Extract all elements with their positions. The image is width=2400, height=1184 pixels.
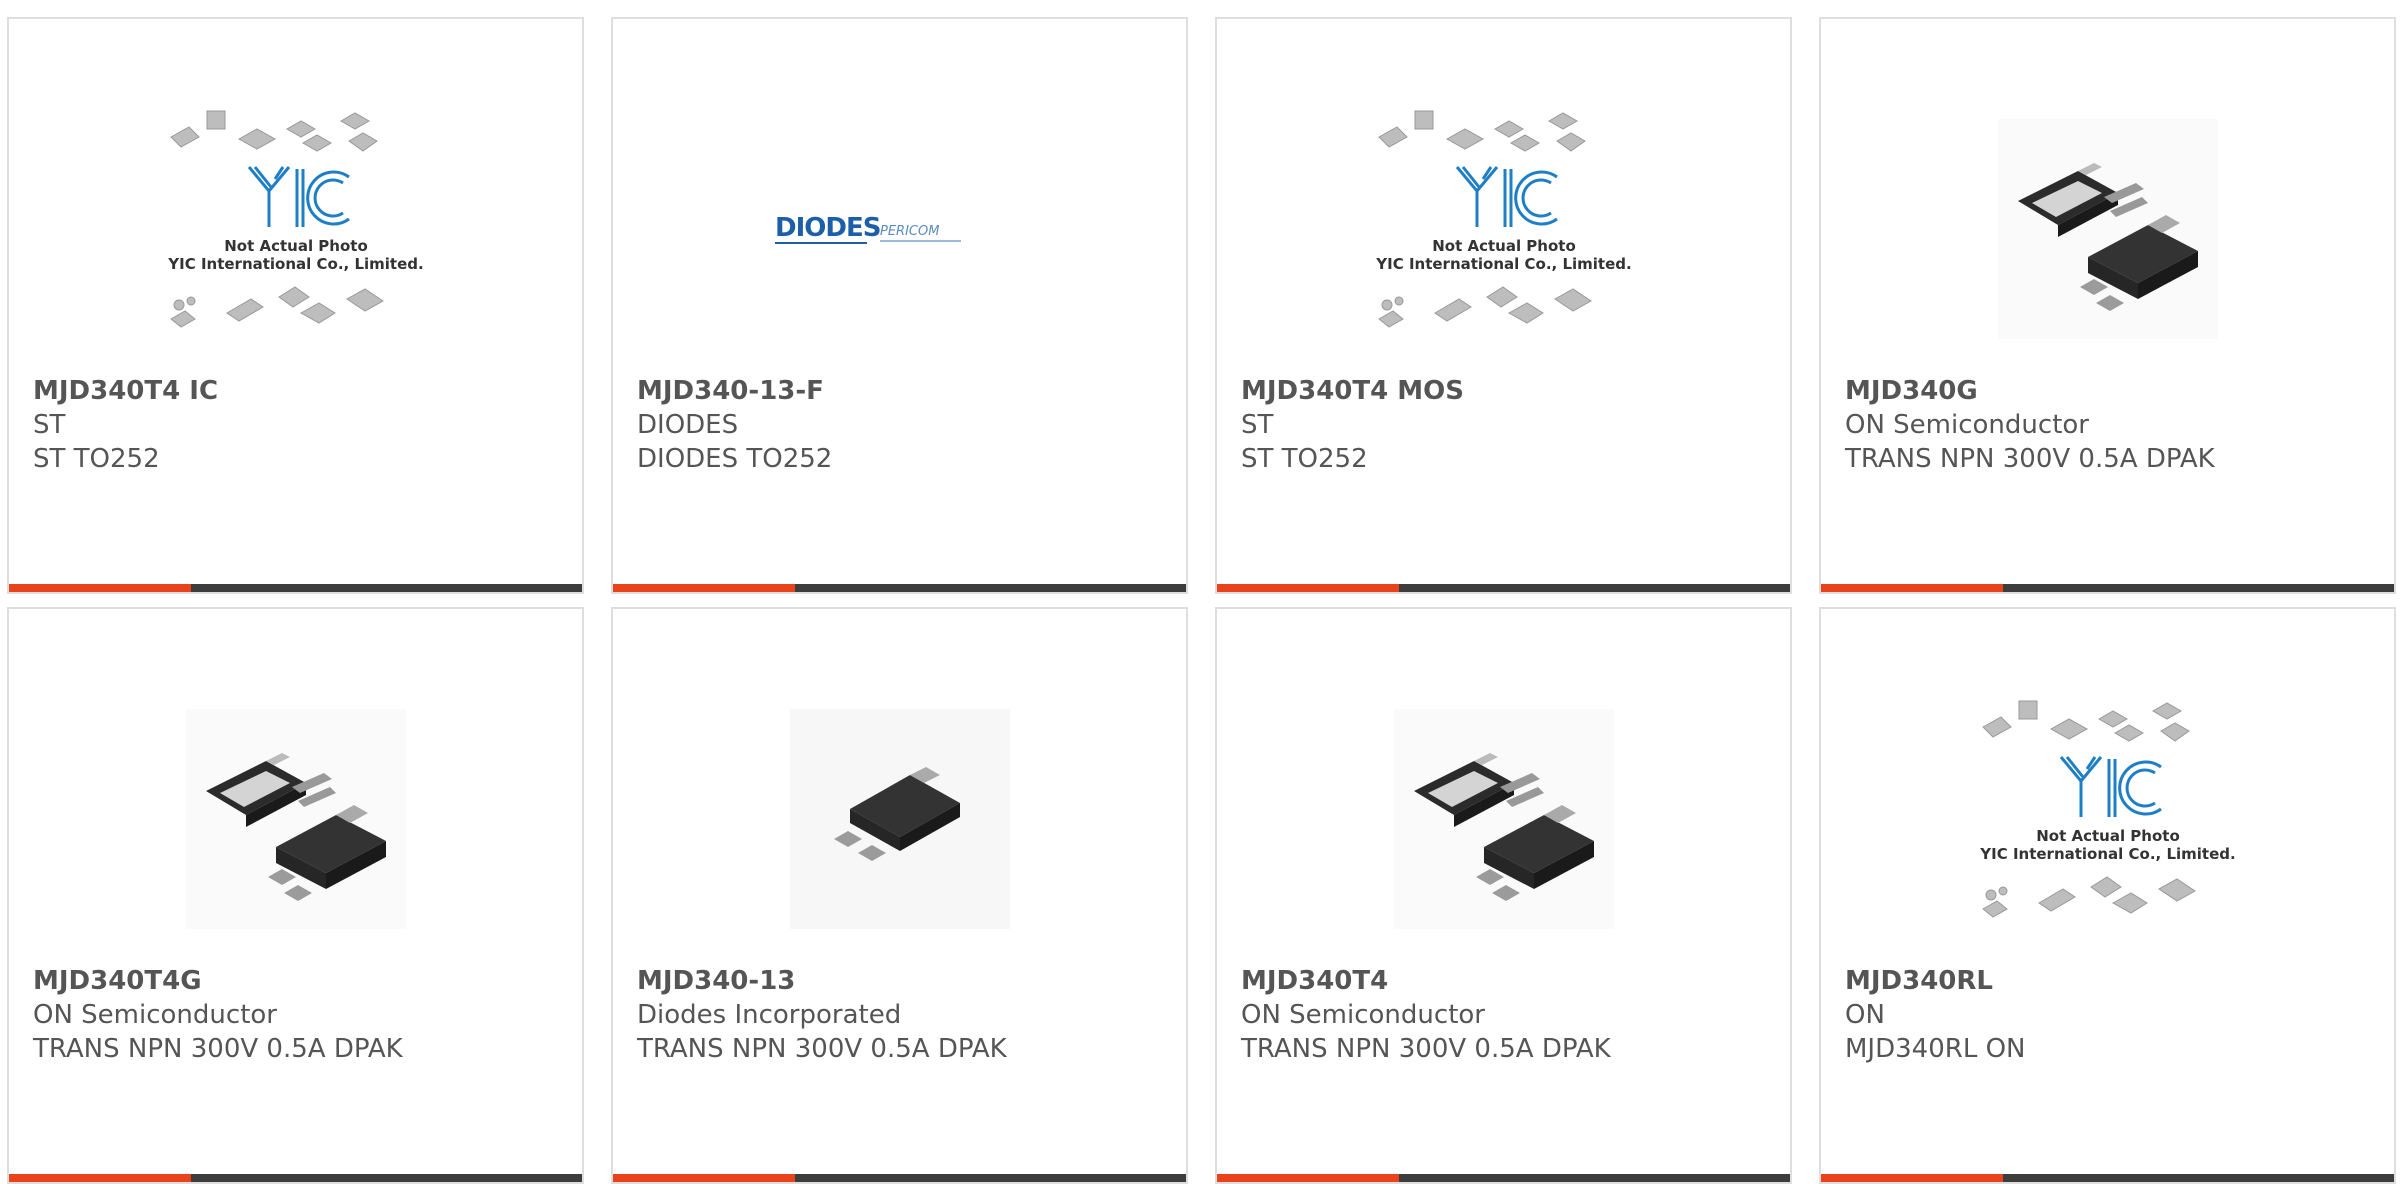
yic-caption-line1: Not Actual Photo xyxy=(2036,827,2180,845)
description: TRANS NPN 300V 0.5A DPAK xyxy=(637,1034,1007,1064)
card-accent xyxy=(613,584,795,592)
product-card[interactable]: MJD340T4 ON Semiconductor TRANS NPN 300V… xyxy=(1215,607,1792,1184)
manufacturer: Diodes Incorporated xyxy=(637,1000,902,1030)
card-bottom-bar xyxy=(613,584,1186,592)
product-card[interactable]: Not Actual Photo YIC International Co., … xyxy=(7,17,584,594)
card-bottom-bar xyxy=(1821,1174,2394,1182)
product-card[interactable]: MJD340G ON Semiconductor TRANS NPN 300V … xyxy=(1819,17,2396,594)
description: TRANS NPN 300V 0.5A DPAK xyxy=(33,1034,403,1064)
card-bottom-bar xyxy=(1821,584,2394,592)
manufacturer: ON Semiconductor xyxy=(33,1000,277,1030)
description: TRANS NPN 300V 0.5A DPAK xyxy=(1845,444,2215,474)
description: MJD340RL ON xyxy=(1845,1034,2026,1064)
description: TRANS NPN 300V 0.5A DPAK xyxy=(1241,1034,1611,1064)
product-card[interactable]: MJD340-13 Diodes Incorporated TRANS NPN … xyxy=(611,607,1188,1184)
part-number[interactable]: MJD340T4 xyxy=(1241,964,1780,998)
yic-placeholder-icon: Not Actual Photo YIC International Co., … xyxy=(146,84,446,374)
manufacturer: DIODES xyxy=(637,410,739,440)
card-bottom-bar xyxy=(9,1174,582,1182)
dpak-pair-icon xyxy=(1958,84,2258,374)
manufacturer: ST xyxy=(33,410,66,440)
card-bottom-bar xyxy=(1217,1174,1790,1182)
manufacturer: ST xyxy=(1241,410,1274,440)
product-card[interactable]: Not Actual Photo YIC International Co., … xyxy=(1819,607,2396,1184)
yic-caption-line2: YIC International Co., Limited. xyxy=(1979,845,2235,863)
product-card[interactable]: Not Actual Photo YIC International Co., … xyxy=(1215,17,1792,594)
part-number[interactable]: MJD340RL xyxy=(1845,964,2384,998)
part-number[interactable]: MJD340T4 MOS xyxy=(1241,374,1780,408)
manufacturer: ON xyxy=(1845,1000,1885,1030)
card-accent xyxy=(1821,584,2003,592)
card-bottom-bar xyxy=(9,584,582,592)
yic-caption-line1: Not Actual Photo xyxy=(1432,237,1576,255)
card-accent xyxy=(9,1174,191,1182)
diodes-logo-icon: DIODES PERICOM xyxy=(750,84,1050,374)
product-card[interactable]: MJD340T4G ON Semiconductor TRANS NPN 300… xyxy=(7,607,584,1184)
product-grid: Not Actual Photo YIC International Co., … xyxy=(0,0,2400,1184)
dpak-single-icon xyxy=(750,674,1050,964)
dpak-pair-icon xyxy=(146,674,446,964)
card-accent xyxy=(613,1174,795,1182)
description: ST TO252 xyxy=(33,444,160,474)
card-accent xyxy=(1217,1174,1399,1182)
yic-caption-line1: Not Actual Photo xyxy=(224,237,368,255)
diodes-brand: DIODES xyxy=(775,213,880,243)
manufacturer: ON Semiconductor xyxy=(1241,1000,1485,1030)
manufacturer: ON Semiconductor xyxy=(1845,410,2089,440)
description: DIODES TO252 xyxy=(637,444,833,474)
yic-caption-line2: YIC International Co., Limited. xyxy=(1375,255,1631,273)
card-bottom-bar xyxy=(1217,584,1790,592)
dpak-pair-icon xyxy=(1354,674,1654,964)
card-accent xyxy=(1821,1174,2003,1182)
part-number[interactable]: MJD340G xyxy=(1845,374,2384,408)
pericom-brand: PERICOM xyxy=(880,224,939,239)
yic-placeholder-icon: Not Actual Photo YIC International Co., … xyxy=(1354,84,1654,374)
card-accent xyxy=(9,584,191,592)
card-bottom-bar xyxy=(613,1174,1186,1182)
yic-placeholder-icon: Not Actual Photo YIC International Co., … xyxy=(1958,674,2258,964)
product-card[interactable]: DIODES PERICOM MJD340-13-F DIODES DIODES… xyxy=(611,17,1188,594)
part-number[interactable]: MJD340-13 xyxy=(637,964,1176,998)
part-number[interactable]: MJD340T4G xyxy=(33,964,572,998)
part-number[interactable]: MJD340-13-F xyxy=(637,374,1176,408)
yic-caption-line2: YIC International Co., Limited. xyxy=(167,255,423,273)
card-accent xyxy=(1217,584,1399,592)
part-number[interactable]: MJD340T4 IC xyxy=(33,374,572,408)
description: ST TO252 xyxy=(1241,444,1368,474)
